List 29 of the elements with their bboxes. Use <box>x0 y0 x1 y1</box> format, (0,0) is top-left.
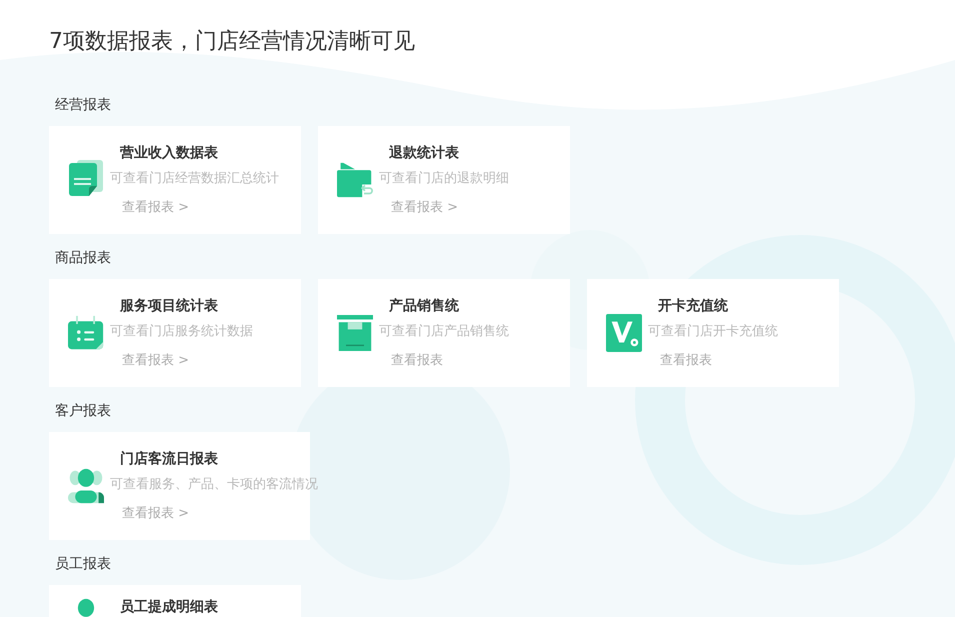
report-description: 可查看门店服务统计数据 <box>110 322 253 340</box>
report-title: 开卡充值统 <box>658 296 728 316</box>
section-label: 经营报表 <box>55 96 111 115</box>
box-icon <box>337 313 373 353</box>
report-description: 可查看门店的退款明细 <box>379 170 509 188</box>
report-title: 服务项目统计表 <box>120 296 218 316</box>
section-label: 客户报表 <box>55 402 111 421</box>
wallet-icon <box>337 161 373 199</box>
report-description: 可查看门店产品销售统 <box>379 322 509 340</box>
section-label: 员工报表 <box>55 555 111 574</box>
page-heading: 7项数据报表，门店经营情况清晰可见 <box>49 28 416 56</box>
report-description: 可查看服务、产品、卡项的客流情况 <box>110 476 318 494</box>
report-description: 可查看门店经营数据汇总统计 <box>110 170 279 188</box>
report-title: 门店客流日报表 <box>120 450 218 468</box>
report-title: 产品销售统 <box>389 296 459 316</box>
report-description: 可查看门店开卡充值统 <box>648 322 778 340</box>
report-card[interactable]: 营业收入数据表 可查看门店经营数据汇总统计 查看报表 > <box>49 126 301 234</box>
report-card[interactable]: 员工提成明细表 <box>49 585 301 617</box>
report-title: 营业收入数据表 <box>120 144 218 162</box>
report-card[interactable]: 服务项目统计表 可查看门店服务统计数据 查看报表 > <box>49 279 301 387</box>
v-card-icon <box>606 313 642 353</box>
people-icon <box>68 467 104 505</box>
report-card[interactable]: 退款统计表 可查看门店的退款明细 查看报表 > <box>318 126 570 234</box>
section-label: 商品报表 <box>55 249 111 268</box>
calendar-icon <box>68 314 104 352</box>
report-title: 员工提成明细表 <box>120 598 218 617</box>
report-card[interactable]: 产品销售统 可查看门店产品销售统 查看报表 <box>318 279 570 387</box>
report-card[interactable]: 开卡充值统 可查看门店开卡充值统 查看报表 <box>587 279 839 387</box>
report-title: 退款统计表 <box>389 144 459 162</box>
